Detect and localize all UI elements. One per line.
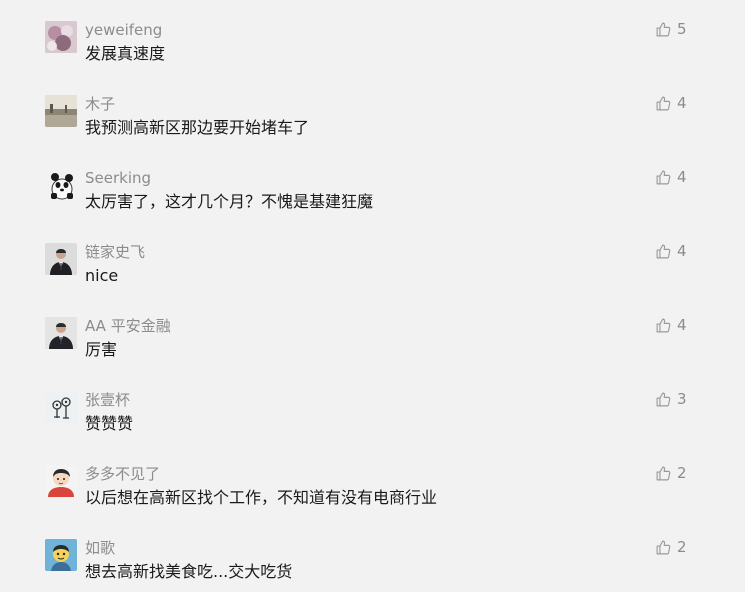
cartoon-character-avatar [45,539,77,571]
comment-list: yeweifeng 发展真速度 5 木子 我预测高新区那边要开始堵车了 4 Se… [0,0,745,591]
avatar[interactable] [45,539,77,571]
thumbs-up-icon [656,466,671,480]
comment-content: 想去高新找美食吃...交大吃货 [85,562,293,581]
thumbs-up-icon [656,392,671,406]
like-button[interactable]: 4 [655,241,687,261]
comment-content: 以后想在高新区找个工作，不知道有没有电商行业 [85,488,438,507]
comment-content: 厉害 [85,340,118,359]
like-button[interactable]: 4 [655,93,687,113]
comment-username[interactable]: yeweifeng [85,20,162,40]
thumbs-up-icon [656,22,671,36]
like-button[interactable]: 2 [655,537,687,557]
comment-item: yeweifeng 发展真速度 5 [0,0,745,74]
avatar[interactable] [45,465,77,497]
comment-username[interactable]: 多多不见了 [85,464,160,484]
landscape-photo-avatar [45,95,77,127]
like-count: 4 [677,242,687,260]
man-in-suit-avatar [45,243,77,275]
comment-username[interactable]: AA 平安金融 [85,316,171,336]
thumbs-up-icon [656,96,671,110]
comment-item: AA 平安金融 厉害 4 [0,296,745,370]
avatar[interactable] [45,95,77,127]
thumbs-up-icon [656,170,671,184]
thumbs-up-icon [656,318,671,332]
like-button[interactable]: 2 [655,463,687,483]
comment-item: Seerking 太厉害了，这才几个月？不愧是基建狂魔 4 [0,148,745,222]
comment-item: 链家史飞 nice 4 [0,222,745,296]
like-count: 5 [677,20,687,38]
avatar[interactable] [45,243,77,275]
avatar[interactable] [45,21,77,53]
comment-item: 如歌 想去高新找美食吃...交大吃货 2 [0,518,745,592]
comment-content: 发展真速度 [85,44,166,63]
comment-content: 太厉害了，这才几个月？不愧是基建狂魔 [85,192,374,211]
like-count: 3 [677,390,687,408]
comment-item: 张壹杯 赞赞赞 3 [0,370,745,444]
comment-item: 多多不见了 以后想在高新区找个工作，不知道有没有电商行业 2 [0,444,745,518]
avatar[interactable] [45,391,77,423]
comment-username[interactable]: 链家史飞 [85,242,145,262]
avatar[interactable] [45,169,77,201]
like-count: 4 [677,168,687,186]
man-in-suit-avatar [45,317,77,349]
comment-content: 赞赞赞 [85,414,134,433]
thumbs-up-icon [656,540,671,554]
comment-username[interactable]: 木子 [85,94,115,114]
like-count: 4 [677,316,687,334]
comment-username[interactable]: 张壹杯 [85,390,130,410]
panda-avatar [45,169,77,201]
comment-content: 我预测高新区那边要开始堵车了 [85,118,310,137]
avatar[interactable] [45,317,77,349]
like-button[interactable]: 5 [655,19,687,39]
sketch-drawing-avatar [45,391,77,423]
comment-item: 木子 我预测高新区那边要开始堵车了 4 [0,74,745,148]
comment-content: nice [85,266,119,285]
like-button[interactable]: 3 [655,389,687,409]
like-count: 2 [677,538,687,556]
like-count: 2 [677,464,687,482]
comment-username[interactable]: Seerking [85,168,151,188]
like-button[interactable]: 4 [655,315,687,335]
like-count: 4 [677,94,687,112]
like-button[interactable]: 4 [655,167,687,187]
thumbs-up-icon [656,244,671,258]
flowers-photo-avatar [45,21,77,53]
cartoon-boy-avatar [45,465,77,497]
comment-username[interactable]: 如歌 [85,538,115,558]
